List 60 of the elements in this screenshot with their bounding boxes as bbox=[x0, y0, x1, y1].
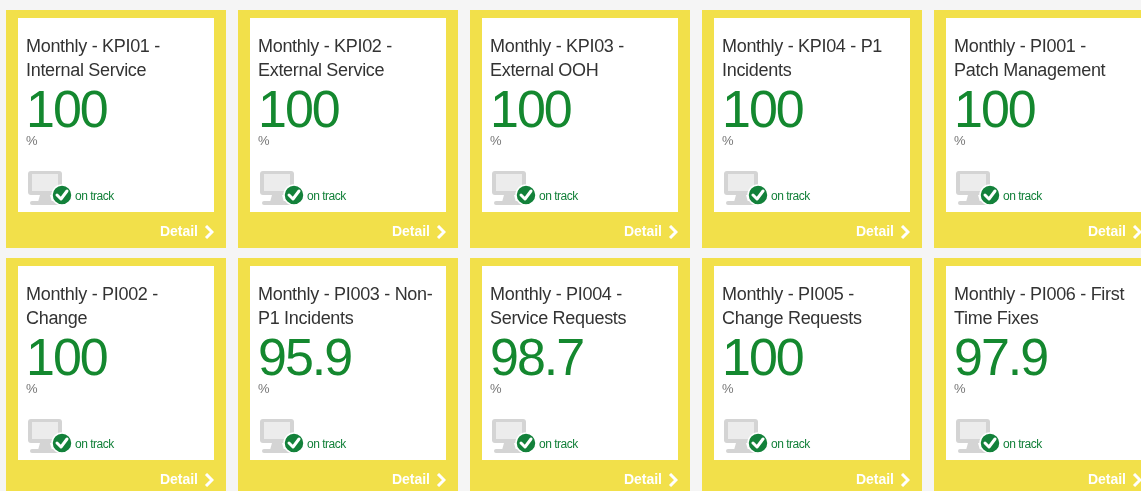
chevron-right-icon bbox=[436, 224, 446, 239]
chevron-right-icon bbox=[204, 472, 214, 487]
kpi-title: Monthly - PI001 - Patch Management bbox=[954, 35, 1107, 82]
kpi-title: Monthly - PI006 - First Time Fixes bbox=[954, 283, 1126, 330]
kpi-value: 100 bbox=[722, 84, 803, 134]
kpi-unit: % bbox=[26, 134, 38, 148]
kpi-title: Monthly - KPI03 - External OOH bbox=[490, 35, 625, 82]
kpi-title: Monthly - KPI02 - External Service bbox=[258, 35, 393, 82]
status-label: on track bbox=[307, 188, 346, 205]
chevron-right-icon bbox=[204, 224, 214, 239]
kpi-unit: % bbox=[490, 382, 502, 396]
detail-link[interactable]: Detail bbox=[1087, 469, 1141, 490]
chevron-right-icon bbox=[900, 472, 910, 487]
detail-link[interactable]: Detail bbox=[159, 221, 214, 242]
kpi-title: Monthly - PI003 - Non-P1 Incidents bbox=[258, 283, 434, 330]
chevron-right-icon bbox=[668, 472, 678, 487]
detail-link[interactable]: Detail bbox=[391, 221, 446, 242]
kpi-unit: % bbox=[258, 134, 270, 148]
status-label: on track bbox=[539, 188, 578, 205]
kpi-unit: % bbox=[722, 134, 734, 148]
kpi-value: 100 bbox=[26, 84, 107, 134]
kpi-unit: % bbox=[258, 382, 270, 396]
detail-link[interactable]: Detail bbox=[623, 221, 678, 242]
kpi-value: 97.9 bbox=[954, 332, 1048, 382]
chevron-right-icon bbox=[900, 224, 910, 239]
detail-link[interactable]: Detail bbox=[391, 469, 446, 490]
status-label: on track bbox=[1003, 188, 1042, 205]
kpi-value: 100 bbox=[722, 332, 803, 382]
kpi-value: 100 bbox=[954, 84, 1035, 134]
detail-link[interactable]: Detail bbox=[855, 221, 910, 242]
kpi-title: Monthly - PI004 - Service Requests bbox=[490, 283, 628, 330]
detail-link[interactable]: Detail bbox=[623, 469, 678, 490]
status-label: on track bbox=[539, 436, 578, 453]
kpi-title: Monthly - PI005 - Change Requests bbox=[722, 283, 863, 330]
kpi-unit: % bbox=[26, 382, 38, 396]
status-label: on track bbox=[1003, 436, 1042, 453]
kpi-unit: % bbox=[722, 382, 734, 396]
kpi-unit: % bbox=[954, 134, 966, 148]
detail-link[interactable]: Detail bbox=[855, 469, 910, 490]
kpi-unit: % bbox=[490, 134, 502, 148]
kpi-title: Monthly - PI002 - Change bbox=[26, 283, 159, 330]
kpi-value: 100 bbox=[258, 84, 339, 134]
kpi-title: Monthly - KPI04 - P1 Incidents bbox=[722, 35, 884, 82]
chevron-right-icon bbox=[436, 472, 446, 487]
status-label: on track bbox=[307, 436, 346, 453]
chevron-right-icon bbox=[1132, 224, 1141, 239]
kpi-value: 98.7 bbox=[490, 332, 584, 382]
status-label: on track bbox=[771, 436, 810, 453]
status-label: on track bbox=[771, 188, 810, 205]
detail-link[interactable]: Detail bbox=[159, 469, 214, 490]
status-label: on track bbox=[75, 188, 114, 205]
kpi-title: Monthly - KPI01 - Internal Service bbox=[26, 35, 161, 82]
kpi-value: 100 bbox=[26, 332, 107, 382]
chevron-right-icon bbox=[1132, 472, 1141, 487]
kpi-value: 95.9 bbox=[258, 332, 352, 382]
kpi-unit: % bbox=[954, 382, 966, 396]
kpi-value: 100 bbox=[490, 84, 571, 134]
chevron-right-icon bbox=[668, 224, 678, 239]
detail-link[interactable]: Detail bbox=[1087, 221, 1141, 242]
status-label: on track bbox=[75, 436, 114, 453]
